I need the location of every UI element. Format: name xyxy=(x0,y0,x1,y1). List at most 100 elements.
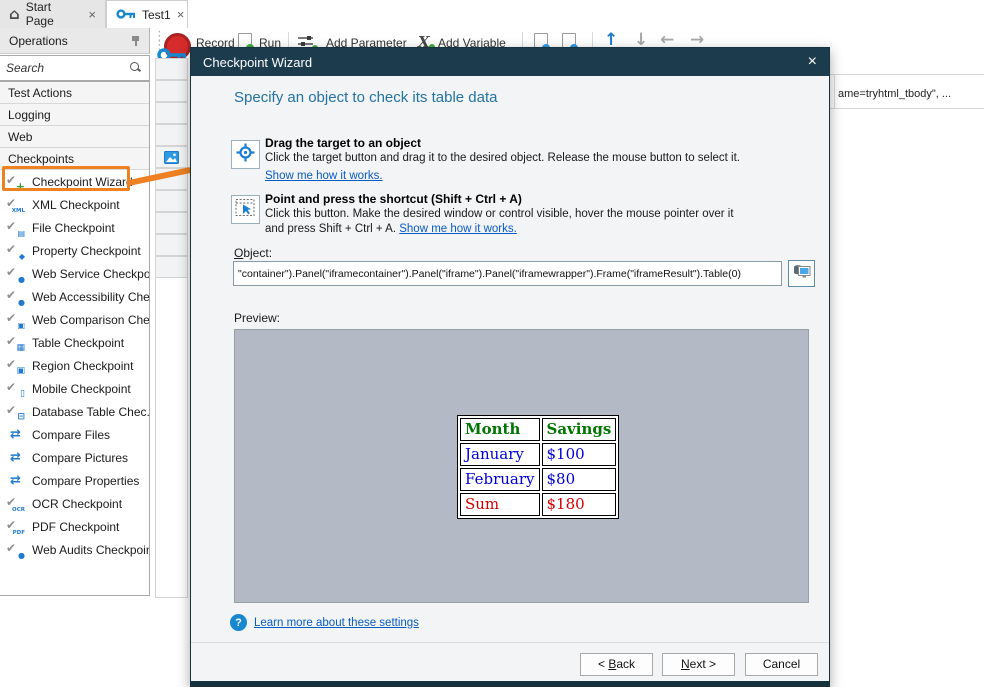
instruction-title: Drag the target to an object xyxy=(265,136,785,151)
help-icon[interactable]: ? xyxy=(230,614,247,631)
sidebar-item-web-service-checkpoint[interactable]: ✔● Web Service Checkpoint xyxy=(0,262,149,285)
tab-test1[interactable]: Test1 × xyxy=(106,0,188,28)
drag-target-button[interactable] xyxy=(231,140,260,169)
editor-code-text: ame=tryhtml_tbody", ... xyxy=(838,88,951,100)
sidebar-item-label: Compare Files xyxy=(32,428,110,442)
sidebar-item-web-comparison-che[interactable]: ✔▣Web Comparison Che... xyxy=(0,308,149,331)
keyword-test-cell[interactable] xyxy=(155,102,188,124)
instruction-body: Click this button. Make the desired wind… xyxy=(265,207,785,222)
sidebar-item-label: OCR Checkpoint xyxy=(32,497,122,511)
document-tab-bar: ⌂ Start Page × Test1 × xyxy=(0,0,984,28)
image-icon xyxy=(164,151,179,169)
show-me-how-link[interactable]: Show me how it works. xyxy=(265,170,383,182)
dialog-titlebar[interactable]: Checkpoint Wizard × xyxy=(191,48,829,76)
keyword-test-cell[interactable] xyxy=(155,124,188,146)
sidebar-item-label: Web Service Checkpoint xyxy=(32,267,150,281)
keyword-test-cell[interactable] xyxy=(155,234,188,256)
sidebar-item-mobile-checkpoint[interactable]: ✔▯Mobile Checkpoint xyxy=(0,377,149,400)
database-table-checkpoint-icon: ✔⊟ xyxy=(6,404,25,420)
checkpoint-wizard-dialog: Checkpoint Wizard × Specify an object to… xyxy=(190,47,830,687)
region-checkpoint-icon: ✔▣ xyxy=(6,358,25,374)
instruction-body: Click the target button and drag it to t… xyxy=(265,151,785,166)
pin-icon[interactable] xyxy=(131,35,141,46)
compare-properties-icon: ⇄ xyxy=(6,473,25,489)
tab-start-page[interactable]: ⌂ Start Page × xyxy=(0,0,106,28)
checkpoint-wizard-highlight-box xyxy=(2,166,130,191)
point-shortcut-button[interactable] xyxy=(231,195,260,224)
next-button[interactable]: Next > xyxy=(662,653,735,676)
instruction-body: and press Shift + Ctrl + A. xyxy=(265,223,399,235)
sidebar-item-web-accessibility-che[interactable]: ✔●Web Accessibility Che... xyxy=(0,285,149,308)
keyword-test-cell[interactable] xyxy=(155,256,188,278)
preview-table-header: Savings xyxy=(542,418,617,441)
cancel-button[interactable]: Cancel xyxy=(745,653,818,676)
sidebar-item-database-table-chec[interactable]: ✔⊟ Database Table Chec... xyxy=(0,400,149,423)
sidebar-item-xml-checkpoint[interactable]: ✔XMLXML Checkpoint xyxy=(0,193,149,216)
operations-categories: Test ActionsLoggingWebCheckpoints xyxy=(0,82,149,170)
preview-table-cell: Sum xyxy=(460,493,540,516)
operations-search xyxy=(0,55,150,81)
sidebar-item-label: Compare Pictures xyxy=(32,451,128,465)
learn-more-link[interactable]: Learn more about these settings xyxy=(254,617,419,629)
object-browser-icon xyxy=(792,263,811,284)
close-icon[interactable]: × xyxy=(808,54,817,70)
back-button[interactable]: < Back xyxy=(580,653,653,676)
pdf-checkpoint-icon: ✔PDF xyxy=(6,519,25,535)
preview-area: MonthSavingsJanuary$100February$80Sum$18… xyxy=(234,329,809,603)
sidebar-category-web[interactable]: Web xyxy=(0,126,149,148)
preview-table-cell: February xyxy=(460,468,540,491)
property-checkpoint-icon: ✔◆ xyxy=(6,243,25,259)
keyword-test-cell[interactable] xyxy=(155,212,188,234)
keyword-test-cell[interactable] xyxy=(155,146,188,168)
sidebar-item-compare-files[interactable]: ⇄Compare Files xyxy=(0,423,149,446)
editor-grid-line xyxy=(830,74,984,75)
shortcut-instructions: Point and press the shortcut (Shift + Ct… xyxy=(265,192,785,237)
show-me-how-link[interactable]: Show me how it works. xyxy=(399,223,517,235)
sidebar-item-file-checkpoint[interactable]: ✔▤File Checkpoint xyxy=(0,216,149,239)
sidebar-item-label: Web Audits Checkpoint xyxy=(32,543,150,557)
preview-table-cell: $180 xyxy=(542,493,617,516)
sidebar-item-compare-properties[interactable]: ⇄ Compare Properties xyxy=(0,469,149,492)
help-row: ? Learn more about these settings xyxy=(230,614,419,631)
sidebar-item-property-checkpoint[interactable]: ✔◆Property Checkpoint xyxy=(0,239,149,262)
object-picker-button[interactable] xyxy=(788,260,815,287)
object-name-input[interactable] xyxy=(233,261,782,286)
preview-table-cell: $100 xyxy=(542,443,617,466)
sidebar-item-compare-pictures[interactable]: ⇄Compare Pictures xyxy=(0,446,149,469)
preview-table-cell: $80 xyxy=(542,468,617,491)
sidebar-item-label: Web Accessibility Che... xyxy=(32,290,150,304)
sidebar-category-logging[interactable]: Logging xyxy=(0,104,149,126)
sidebar-item-ocr-checkpoint[interactable]: ✔OCROCR Checkpoint xyxy=(0,492,149,515)
sidebar-item-web-audits-checkpoint[interactable]: ✔●Web Audits Checkpoint xyxy=(0,538,149,561)
operations-panel-title: Operations xyxy=(9,34,68,48)
table-row: January$100 xyxy=(460,443,616,466)
keyword-test-icon xyxy=(116,7,136,23)
web-service-checkpoint-icon: ✔● xyxy=(6,266,25,282)
close-tab-icon[interactable]: × xyxy=(177,7,185,22)
dialog-title: Checkpoint Wizard xyxy=(203,55,312,70)
tab-label: Start Page xyxy=(26,0,83,28)
keyword-test-cell[interactable] xyxy=(155,58,188,80)
editor-grid-line xyxy=(834,74,835,108)
dialog-heading: Specify an object to check its table dat… xyxy=(234,89,498,106)
sidebar-category-test-actions[interactable]: Test Actions xyxy=(0,82,149,104)
keyword-test-cell[interactable] xyxy=(155,190,188,212)
preview-table-header: Month xyxy=(460,418,540,441)
footer-divider xyxy=(191,642,829,643)
search-icon xyxy=(130,62,141,73)
keyword-test-cell[interactable] xyxy=(155,80,188,102)
search-input[interactable] xyxy=(6,58,124,78)
sidebar-item-label: File Checkpoint xyxy=(32,221,115,235)
sidebar-item-label: Database Table Chec... xyxy=(32,405,150,419)
instruction-title: Point and press the shortcut (Shift + Ct… xyxy=(265,192,785,207)
table-row: February$80 xyxy=(460,468,616,491)
sidebar-item-label: Compare Properties xyxy=(32,474,139,488)
sidebar-item-label: Mobile Checkpoint xyxy=(32,382,131,396)
sidebar-item-pdf-checkpoint[interactable]: ✔PDF PDF Checkpoint xyxy=(0,515,149,538)
sidebar-item-region-checkpoint[interactable]: ✔▣Region Checkpoint xyxy=(0,354,149,377)
sidebar-item-label: PDF Checkpoint xyxy=(32,520,119,534)
preview-table-cell: January xyxy=(460,443,540,466)
sidebar-item-table-checkpoint[interactable]: ✔▦Table Checkpoint xyxy=(0,331,149,354)
preview-table: MonthSavingsJanuary$100February$80Sum$18… xyxy=(457,415,619,519)
close-tab-icon[interactable]: × xyxy=(88,7,96,22)
